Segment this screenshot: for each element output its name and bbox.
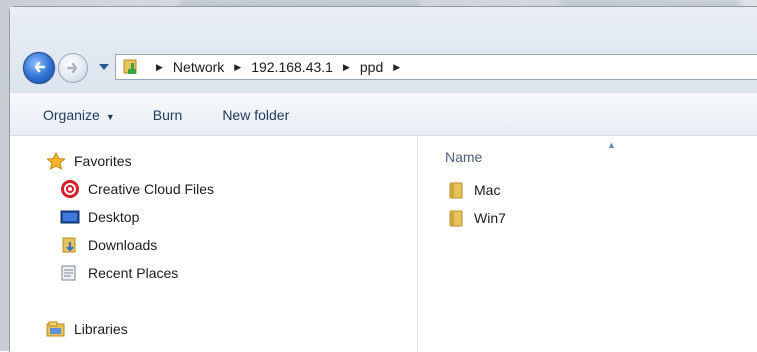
downloads-folder-icon <box>60 236 80 254</box>
nav-recent-places[interactable]: Recent Places <box>60 264 178 282</box>
navigation-pane: Favorites Creative Cloud Files Desktop D… <box>10 136 418 352</box>
file-list-pane: ▲ Name Mac Win7 <box>418 136 757 352</box>
creative-cloud-icon <box>60 180 80 198</box>
nav-creative-cloud-files[interactable]: Creative Cloud Files <box>60 180 214 198</box>
nav-item-label: Creative Cloud Files <box>88 181 215 197</box>
nav-item-label: Downloads <box>88 237 158 253</box>
nav-downloads[interactable]: Downloads <box>60 236 157 254</box>
content-area: Favorites Creative Cloud Files Desktop D… <box>10 136 757 352</box>
breadcrumb-ip[interactable]: 192.168.43.1 <box>251 59 333 75</box>
organize-label: Organize <box>43 107 100 123</box>
folder-icon <box>446 181 466 199</box>
back-arrow-icon <box>34 61 46 73</box>
nav-favorites[interactable]: Favorites <box>46 152 132 170</box>
breadcrumb-ppd[interactable]: ppd <box>360 59 383 75</box>
organize-button[interactable]: Organize ▼ <box>43 107 115 123</box>
file-item-folder[interactable]: Mac <box>446 181 500 199</box>
explorer-window: ▶ Network ▶ 192.168.43.1 ▶ ppd ▶ Organiz… <box>9 6 757 352</box>
file-item-label: Mac <box>474 182 501 198</box>
nav-favorites-label: Favorites <box>74 153 132 169</box>
breadcrumb: ▶ Network ▶ 192.168.43.1 ▶ ppd ▶ <box>146 55 410 79</box>
breadcrumb-separator-icon[interactable]: ▶ <box>156 62 163 73</box>
breadcrumb-network[interactable]: Network <box>173 59 224 75</box>
nav-libraries-label: Libraries <box>74 321 128 337</box>
folder-icon <box>446 209 466 227</box>
libraries-icon <box>46 320 66 338</box>
nav-item-label: Desktop <box>88 209 140 225</box>
recent-places-icon <box>60 264 80 282</box>
breadcrumb-separator-icon[interactable]: ▶ <box>343 62 350 73</box>
nav-libraries[interactable]: Libraries <box>46 320 128 338</box>
command-bar: Organize ▼ Burn New folder <box>10 95 757 136</box>
forward-arrow-icon <box>66 62 78 74</box>
sort-ascending-icon: ▲ <box>607 140 616 150</box>
file-item-folder[interactable]: Win7 <box>446 209 506 227</box>
chevron-down-icon: ▼ <box>105 112 115 122</box>
nav-item-label: Recent Places <box>88 265 179 281</box>
forward-button[interactable] <box>58 53 88 83</box>
breadcrumb-separator-icon[interactable]: ▶ <box>234 62 241 73</box>
desktop-icon <box>60 208 80 226</box>
recent-pages-dropdown-icon[interactable] <box>98 62 110 72</box>
star-icon <box>46 152 66 170</box>
breadcrumb-separator-icon[interactable]: ▶ <box>393 62 400 73</box>
burn-button[interactable]: Burn <box>153 107 183 123</box>
file-item-label: Win7 <box>474 210 506 226</box>
network-folder-icon <box>123 59 137 74</box>
column-header-name[interactable]: Name <box>445 149 482 165</box>
address-bar[interactable]: ▶ Network ▶ 192.168.43.1 ▶ ppd ▶ <box>115 54 757 80</box>
new-folder-button[interactable]: New folder <box>222 107 289 123</box>
navigation-bar: ▶ Network ▶ 192.168.43.1 ▶ ppd ▶ <box>10 7 757 93</box>
nav-desktop[interactable]: Desktop <box>60 208 139 226</box>
back-button[interactable] <box>23 52 55 84</box>
